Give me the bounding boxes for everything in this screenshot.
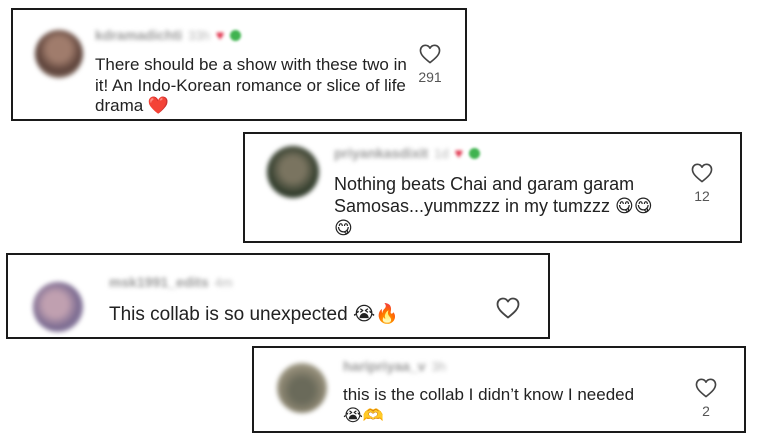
heart-icon[interactable] xyxy=(691,163,713,183)
avatar[interactable] xyxy=(33,282,83,332)
avatar[interactable] xyxy=(267,146,319,198)
comment-meta: msk1991_edits 4m xyxy=(109,274,233,290)
like-control: 291 xyxy=(412,44,448,85)
timestamp: 1d xyxy=(434,145,449,161)
heart-badge-icon: ♥ xyxy=(454,145,463,161)
like-control xyxy=(490,297,526,319)
comment-card: priyankasdixit 1d ♥ Nothing beats Chai a… xyxy=(243,132,742,243)
comment-card: haripriyaa_v 3h this is the collab I did… xyxy=(252,346,746,433)
comment-card: msk1991_edits 4m This collab is so unexp… xyxy=(6,253,550,339)
like-count: 2 xyxy=(702,403,710,419)
green-badge-icon xyxy=(468,147,480,159)
timestamp: 3h xyxy=(431,358,446,374)
timestamp: 4m xyxy=(214,274,233,290)
comment-text: There should be a show with these two in… xyxy=(95,55,407,116)
username[interactable]: msk1991_edits xyxy=(109,274,209,290)
heart-icon[interactable] xyxy=(419,44,441,64)
like-control: 2 xyxy=(688,378,724,419)
heart-icon[interactable] xyxy=(695,378,717,398)
heart-badge-icon: ♥ xyxy=(215,27,225,43)
comment-meta: priyankasdixit 1d ♥ xyxy=(334,145,480,161)
heart-icon[interactable] xyxy=(496,297,520,319)
timestamp: 33h xyxy=(188,27,210,43)
avatar[interactable] xyxy=(277,363,327,413)
username[interactable]: kdramadichti xyxy=(95,27,182,43)
username[interactable]: priyankasdixit xyxy=(334,145,428,161)
comment-text: Nothing beats Chai and garam garam Samos… xyxy=(334,174,653,238)
username[interactable]: haripriyaa_v xyxy=(343,358,426,374)
comment-meta: haripriyaa_v 3h xyxy=(343,358,446,374)
green-badge-icon xyxy=(230,29,242,41)
comment-text: this is the collab I didn’t know I neede… xyxy=(343,385,635,425)
like-control: 12 xyxy=(684,163,720,204)
comment-meta: kdramadichti 33h ♥ xyxy=(95,27,242,43)
comment-card: kdramadichti 33h ♥ There should be a sho… xyxy=(11,8,467,121)
avatar[interactable] xyxy=(35,30,83,78)
like-count: 12 xyxy=(694,188,710,204)
comment-text: This collab is so unexpected 😭🔥 xyxy=(109,304,399,325)
like-count: 291 xyxy=(418,69,442,85)
